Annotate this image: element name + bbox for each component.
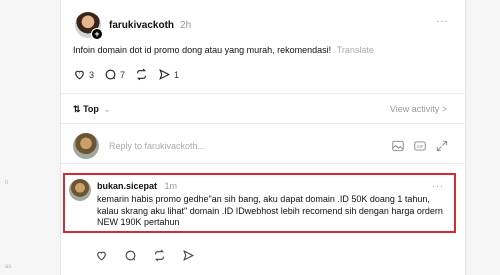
translate-link[interactable]: Translate [337, 45, 374, 55]
avatar [73, 133, 99, 159]
svg-text:GIF: GIF [417, 144, 424, 149]
share-icon [159, 69, 171, 80]
divider [61, 123, 465, 124]
post-header: + farukivackoth 2h [75, 12, 192, 40]
sort-arrows-icon: ⇅ [73, 104, 81, 114]
reply-composer[interactable]: Reply to farukivackoth... [73, 133, 205, 159]
comment-actions [95, 249, 195, 262]
expand-icon[interactable] [435, 139, 449, 153]
comment-icon[interactable] [124, 249, 137, 262]
more-options-icon[interactable]: ··· [432, 181, 444, 191]
sort-label: Top [83, 104, 99, 114]
view-activity-link[interactable]: View activity > [390, 104, 447, 114]
comment-time: 1m [164, 181, 178, 191]
share-count: 1 [174, 69, 180, 80]
follow-plus-icon[interactable]: + [91, 28, 103, 40]
reply-input[interactable]: Reply to farukivackoth... [109, 141, 205, 151]
post-text: Infoin domain dot id promo dong atau yan… [73, 45, 374, 55]
post-body: Infoin domain dot id promo dong atau yan… [73, 45, 332, 55]
repost-button[interactable] [135, 68, 148, 81]
avatar[interactable]: + [75, 12, 103, 40]
more-options-icon[interactable]: ··· [436, 16, 449, 27]
gif-icon[interactable]: GIF [413, 139, 427, 153]
comment-icon [105, 69, 116, 80]
share-button[interactable]: 1 [158, 68, 179, 81]
reply-tools: GIF [391, 139, 449, 153]
repost-icon[interactable] [153, 249, 166, 262]
comment-button[interactable]: 7 [104, 68, 125, 81]
background-text-fragment: as [5, 264, 12, 270]
repost-icon [136, 68, 147, 81]
comment-header: bukan.sicepat 1m [97, 181, 177, 191]
heart-icon [75, 70, 84, 80]
comment-count: 7 [120, 69, 126, 80]
divider [61, 93, 465, 94]
post-time: 2h [180, 19, 192, 31]
avatar[interactable] [69, 179, 91, 201]
share-icon[interactable] [182, 249, 195, 262]
heart-icon[interactable] [95, 249, 108, 262]
comment-username[interactable]: bukan.sicepat [97, 181, 157, 191]
comment-text: kemarin habis promo gedhe"an sih bang, a… [97, 194, 443, 227]
highlighted-comment: bukan.sicepat 1m ··· kemarin habis promo… [63, 173, 456, 233]
post-username[interactable]: farukivackoth [109, 20, 174, 31]
image-icon[interactable] [391, 139, 405, 153]
post-actions: 3 7 1 [73, 68, 179, 81]
thread-card: + farukivackoth 2h ··· Infoin domain dot… [60, 0, 466, 275]
like-button[interactable]: 3 [73, 68, 94, 81]
background-text-fragment: it [5, 180, 8, 186]
divider [61, 163, 465, 164]
like-count: 3 [89, 69, 95, 80]
sort-dropdown[interactable]: ⇅ Top ⌄ [73, 104, 111, 115]
chevron-down-icon: ⌄ [103, 104, 111, 114]
